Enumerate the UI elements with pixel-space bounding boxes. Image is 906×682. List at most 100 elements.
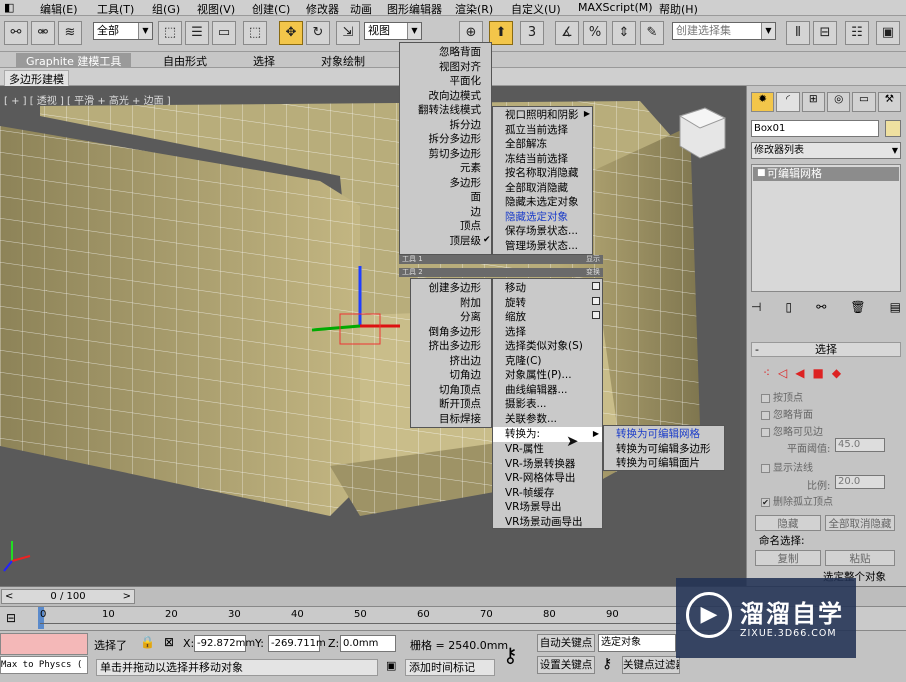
- add-time-tag[interactable]: 添加时间标记: [405, 659, 495, 676]
- quad-item[interactable]: 隐藏未选定对象: [493, 195, 592, 210]
- ignore-visible-edges-checkbox[interactable]: 忽略可见边: [761, 423, 823, 438]
- quad-item[interactable]: 改向边模式: [400, 89, 491, 104]
- layer-manager-icon[interactable]: ☷: [845, 21, 869, 45]
- quad-item[interactable]: 按名称取消隐藏: [493, 166, 592, 181]
- quad-item[interactable]: 分离: [411, 310, 491, 325]
- face-level-icon[interactable]: ◀: [795, 366, 804, 380]
- unlink-icon[interactable]: ⚮: [31, 21, 55, 45]
- submenu-item-editable-poly[interactable]: 转换为可编辑多边形: [604, 442, 724, 457]
- select-scale-icon[interactable]: ⇲: [336, 21, 360, 45]
- tab-freeform[interactable]: 自由形式: [163, 53, 207, 69]
- align-icon[interactable]: ⊟: [813, 21, 837, 45]
- stack-item[interactable]: 可编辑网格: [753, 167, 899, 181]
- quad-item[interactable]: VR-属性: [493, 442, 602, 457]
- menu-animation[interactable]: 动画: [350, 1, 372, 17]
- select-move-icon[interactable]: ✥: [279, 21, 303, 45]
- tab-object-paint[interactable]: 对象绘制: [321, 53, 365, 69]
- menu-modifiers[interactable]: 修改器: [306, 1, 339, 17]
- pin-stack-icon[interactable]: ⊣: [751, 300, 761, 320]
- select-rotate-icon[interactable]: ↻: [306, 21, 330, 45]
- quad-item[interactable]: 附加: [411, 296, 491, 311]
- quad-item[interactable]: 多边形: [400, 176, 491, 191]
- graphite-toggle-icon[interactable]: ▣: [876, 21, 900, 45]
- display-tab-icon[interactable]: ▭: [852, 92, 876, 112]
- quad-item[interactable]: 隐藏选定对象: [493, 210, 592, 225]
- key-filters-button[interactable]: 关键点过滤器...: [622, 656, 680, 674]
- ignore-backface-checkbox[interactable]: 忽略背面: [761, 406, 813, 421]
- menu-group[interactable]: 组(G): [152, 1, 180, 17]
- motion-tab-icon[interactable]: ◎: [826, 92, 851, 112]
- mirror-icon[interactable]: ⫴: [786, 21, 810, 45]
- quad-item-convert-to[interactable]: 转换为:: [493, 427, 602, 442]
- chevron-left-icon[interactable]: <: [5, 590, 13, 603]
- remove-modifier-icon[interactable]: 🗑: [850, 300, 865, 320]
- quad-item[interactable]: 边: [400, 205, 491, 220]
- snap-toggle-icon[interactable]: 3: [520, 21, 544, 45]
- edge-level-icon[interactable]: ◁: [778, 366, 787, 380]
- options-box-icon[interactable]: [592, 282, 600, 290]
- quad-item[interactable]: 管理场景状态...: [493, 239, 592, 254]
- expand-icon[interactable]: ■: [757, 168, 766, 178]
- quad-item[interactable]: 克隆(C): [493, 354, 602, 369]
- lock-icon[interactable]: 🔒: [140, 635, 155, 649]
- maxscript-listener-top[interactable]: [0, 633, 88, 655]
- quad-item[interactable]: 创建多边形: [411, 281, 491, 296]
- submenu-item-editable-patch[interactable]: 转换为可编辑面片: [604, 456, 724, 471]
- selection-rollout-header[interactable]: - 选择: [751, 342, 901, 357]
- quad-item[interactable]: 冻结当前选择: [493, 152, 592, 167]
- y-coordinate-field[interactable]: -269.711m: [268, 635, 326, 652]
- create-tab-icon[interactable]: ✹: [751, 92, 775, 112]
- quad-item[interactable]: 孤立当前选择: [493, 123, 592, 138]
- quad-item[interactable]: 视图对齐: [400, 60, 491, 75]
- quad-item[interactable]: 选择: [493, 325, 602, 340]
- quad-item[interactable]: 旋转: [493, 296, 602, 311]
- submenu-item-editable-mesh[interactable]: 转换为可编辑网格: [604, 427, 724, 442]
- selected-object-dropdown[interactable]: 选定对象: [598, 634, 676, 652]
- menu-help[interactable]: 帮助(H): [659, 1, 698, 17]
- quad-item[interactable]: 挤出边: [411, 354, 491, 369]
- viewcube-icon[interactable]: [678, 107, 727, 159]
- scale-field[interactable]: 20.0: [835, 475, 885, 489]
- window-crossing-icon[interactable]: ⬚: [243, 21, 267, 45]
- menu-edit[interactable]: 编辑(E): [40, 1, 78, 17]
- quad-item[interactable]: 关联参数...: [493, 412, 602, 427]
- quad-item[interactable]: 选择类似对象(S): [493, 339, 602, 354]
- tab-graphite[interactable]: Graphite 建模工具: [16, 53, 132, 69]
- quad-item[interactable]: 切角边: [411, 368, 491, 383]
- maxscript-listener-mini[interactable]: Max to Physcs (: [0, 656, 88, 674]
- quad-item[interactable]: 顶点: [400, 219, 491, 234]
- by-vertex-checkbox[interactable]: 按顶点: [761, 389, 803, 404]
- menu-views[interactable]: 视图(V): [197, 1, 235, 17]
- quad-item[interactable]: VR-场景转换器: [493, 457, 602, 472]
- rect-selection-icon[interactable]: ▭: [212, 21, 236, 45]
- quad-item[interactable]: 平面化: [400, 74, 491, 89]
- quad-item[interactable]: 断开顶点: [411, 397, 491, 412]
- quad-item[interactable]: 移动: [493, 281, 602, 296]
- polygon-level-icon[interactable]: ■: [813, 366, 824, 380]
- paste-button[interactable]: 粘贴: [825, 550, 895, 566]
- show-normals-checkbox[interactable]: 显示法线: [761, 459, 813, 474]
- quad-item[interactable]: 元素: [400, 161, 491, 176]
- show-end-result-icon[interactable]: ▯: [786, 300, 793, 320]
- spinner-snap-icon[interactable]: ⇕: [612, 21, 636, 45]
- ref-coord-dropdown[interactable]: 视图 ▼: [364, 22, 422, 40]
- quad-item[interactable]: 全部解冻: [493, 137, 592, 152]
- quad-item[interactable]: 剪切多边形: [400, 147, 491, 162]
- quad-item[interactable]: 翻转法线模式: [400, 103, 491, 118]
- menu-customize[interactable]: 自定义(U): [511, 1, 561, 17]
- select-by-name-icon[interactable]: ☰: [185, 21, 209, 45]
- quad-item[interactable]: 目标焊接: [411, 412, 491, 427]
- hierarchy-tab-icon[interactable]: ⊞: [801, 92, 825, 112]
- quad-item[interactable]: 切角顶点: [411, 383, 491, 398]
- selection-filter-dropdown[interactable]: 全部 ▼: [93, 22, 153, 40]
- menu-rendering[interactable]: 渲染(R): [455, 1, 493, 17]
- bind-spacewarp-icon[interactable]: ≋: [58, 21, 82, 45]
- select-manipulate-icon[interactable]: ⬆: [489, 21, 513, 45]
- options-box-icon[interactable]: [592, 297, 600, 305]
- quad-item[interactable]: 曲线编辑器...: [493, 383, 602, 398]
- set-key-icon[interactable]: ⚷: [602, 656, 612, 672]
- element-level-icon[interactable]: ◆: [832, 366, 841, 380]
- prompt-toggle-icon[interactable]: ▣: [386, 659, 396, 672]
- planar-threshold-field[interactable]: 45.0: [835, 438, 885, 452]
- percent-snap-icon[interactable]: %: [583, 21, 607, 45]
